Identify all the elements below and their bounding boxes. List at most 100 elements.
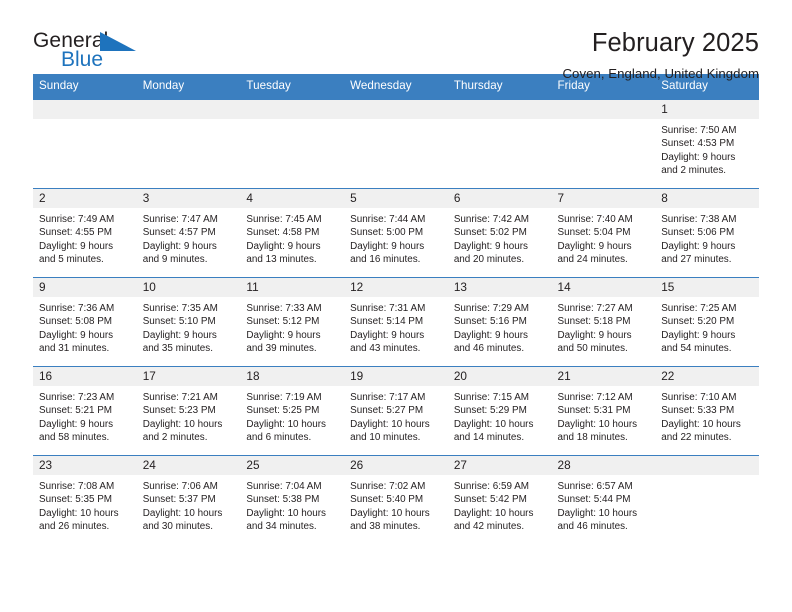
daylight-text: Daylight: 9 hours and 5 minutes. [39, 240, 114, 266]
sunset-text: Sunset: 5:31 PM [557, 405, 631, 417]
sunset-text: Sunset: 5:21 PM [39, 405, 113, 417]
sunset-text: Sunset: 5:00 PM [350, 227, 424, 239]
day-sun-info: Sunrise: 7:38 AM Sunset: 5:06 PM Daylight:… [655, 208, 759, 267]
daylight-text: Daylight: 10 hours and 42 minutes. [453, 507, 534, 533]
calendar-day-cell[interactable] [344, 98, 448, 189]
calendar-day-cell[interactable]: 11 Sunrise: 7:33 AM Sunset: 5:12 PM Dayligh… [240, 276, 345, 367]
calendar-day-cell[interactable]: 23 Sunrise: 7:08 AM Sunset: 5:35 PM Dayligh… [33, 454, 137, 545]
calendar-day-cell[interactable]: 13 Sunrise: 7:29 AM Sunset: 5:16 PM Dayligh… [447, 276, 552, 367]
calendar-day-cell[interactable] [655, 454, 759, 545]
day-cell-content [136, 99, 241, 188]
calendar-day-cell[interactable]: 6 Sunrise: 7:42 AM Sunset: 5:02 PM Daylight… [447, 187, 552, 278]
calendar-day-cell[interactable]: 25 Sunrise: 7:04 AM Sunset: 5:38 PM Dayligh… [240, 454, 345, 545]
sunset-text: Sunset: 5:25 PM [246, 405, 320, 417]
calendar-day-cell[interactable]: 26 Sunrise: 7:02 AM Sunset: 5:40 PM Dayligh… [344, 454, 448, 545]
day-sun-info: Sunrise: 7:23 AM Sunset: 5:21 PM Daylight:… [33, 386, 137, 445]
calendar-day-cell[interactable]: 15 Sunrise: 7:25 AM Sunset: 5:20 PM Dayligh… [655, 276, 759, 367]
calendar-day-cell[interactable]: 28 Sunrise: 6:57 AM Sunset: 5:44 PM Dayligh… [551, 454, 656, 545]
sunset-text: Sunset: 5:40 PM [350, 494, 424, 506]
sunset-text: Sunset: 4:57 PM [142, 227, 216, 239]
day-sun-info: Sunrise: 6:57 AM Sunset: 5:44 PM Daylight:… [552, 475, 656, 534]
calendar-week-row: 1 Sunrise: 7:50 AM Sunset: 4:53 PM Daylight… [33, 98, 759, 189]
calendar-day-cell[interactable]: 10 Sunrise: 7:35 AM Sunset: 5:10 PM Dayligh… [136, 276, 241, 367]
daylight-text: Daylight: 9 hours and 20 minutes. [453, 240, 528, 266]
sunrise-text: Sunrise: 7:21 AM [142, 391, 218, 403]
sunset-text: Sunset: 5:38 PM [246, 494, 320, 506]
general-blue-logo[interactable]: General Blue [33, 30, 165, 78]
day-sun-info: Sunrise: 7:47 AM Sunset: 4:57 PM Daylight:… [137, 208, 241, 267]
calendar-day-cell[interactable] [240, 98, 345, 189]
calendar-day-cell[interactable] [551, 98, 656, 189]
day-number [447, 99, 552, 119]
sunrise-text: Sunrise: 7:10 AM [661, 391, 737, 403]
day-number [136, 99, 241, 119]
calendar-day-cell[interactable]: 8 Sunrise: 7:38 AM Sunset: 5:06 PM Daylight… [655, 187, 759, 278]
sunrise-text: Sunrise: 7:45 AM [246, 213, 322, 225]
daylight-text: Daylight: 9 hours and 58 minutes. [39, 418, 114, 444]
calendar-day-cell[interactable]: 9 Sunrise: 7:36 AM Sunset: 5:08 PM Daylight… [33, 276, 137, 367]
calendar-day-cell[interactable] [136, 98, 241, 189]
day-sun-info: Sunrise: 7:49 AM Sunset: 4:55 PM Daylight:… [33, 208, 137, 267]
calendar-day-cell[interactable]: 18 Sunrise: 7:19 AM Sunset: 5:25 PM Dayligh… [240, 365, 345, 456]
day-cell-content: 17 Sunrise: 7:21 AM Sunset: 5:23 PM Dayligh… [136, 366, 241, 455]
calendar-day-cell[interactable]: 17 Sunrise: 7:21 AM Sunset: 5:23 PM Dayligh… [136, 365, 241, 456]
day-cell-content: 7 Sunrise: 7:40 AM Sunset: 5:04 PM Daylight… [551, 188, 656, 277]
calendar-day-cell[interactable]: 2 Sunrise: 7:49 AM Sunset: 4:55 PM Daylight… [33, 187, 137, 278]
calendar-day-cell[interactable]: 1 Sunrise: 7:50 AM Sunset: 4:53 PM Daylight… [655, 98, 759, 189]
calendar-day-cell[interactable]: 16 Sunrise: 7:23 AM Sunset: 5:21 PM Dayligh… [33, 365, 137, 456]
sunrise-text: Sunrise: 7:04 AM [246, 480, 322, 492]
calendar-day-cell[interactable]: 12 Sunrise: 7:31 AM Sunset: 5:14 PM Dayligh… [344, 276, 448, 367]
day-cell-content: 5 Sunrise: 7:44 AM Sunset: 5:00 PM Daylight… [344, 188, 448, 277]
calendar-day-cell[interactable]: 22 Sunrise: 7:10 AM Sunset: 5:33 PM Dayligh… [655, 365, 759, 456]
day-number [655, 455, 759, 475]
day-number: 10 [136, 277, 241, 297]
day-number: 14 [551, 277, 656, 297]
daylight-text: Daylight: 9 hours and 43 minutes. [350, 329, 425, 355]
sunset-text: Sunset: 5:04 PM [557, 227, 631, 239]
day-cell-content: 14 Sunrise: 7:27 AM Sunset: 5:18 PM Dayligh… [551, 277, 656, 366]
daylight-text: Daylight: 9 hours and 35 minutes. [142, 329, 217, 355]
day-number: 8 [655, 188, 759, 208]
sunrise-text: Sunrise: 7:15 AM [453, 391, 530, 403]
calendar-page: General Blue February 2025 Coven, Englan… [0, 0, 792, 612]
sunrise-text: Sunrise: 6:59 AM [453, 480, 530, 492]
calendar-day-cell[interactable]: 21 Sunrise: 7:12 AM Sunset: 5:31 PM Dayligh… [551, 365, 656, 456]
day-cell-content [447, 99, 552, 188]
sunrise-text: Sunrise: 7:25 AM [661, 302, 737, 314]
day-cell-content: 9 Sunrise: 7:36 AM Sunset: 5:08 PM Daylight… [33, 277, 137, 366]
calendar-day-cell[interactable]: 4 Sunrise: 7:45 AM Sunset: 4:58 PM Daylight… [240, 187, 345, 278]
day-number: 18 [240, 366, 345, 386]
sunrise-text: Sunrise: 7:35 AM [142, 302, 218, 314]
calendar-day-cell[interactable]: 5 Sunrise: 7:44 AM Sunset: 5:00 PM Daylight… [344, 187, 448, 278]
calendar-day-cell[interactable] [33, 98, 137, 189]
calendar-day-cell[interactable]: 27 Sunrise: 6:59 AM Sunset: 5:42 PM Dayligh… [447, 454, 552, 545]
calendar-day-cell[interactable] [447, 98, 552, 189]
sunrise-text: Sunrise: 6:57 AM [557, 480, 633, 492]
calendar-day-cell[interactable]: 3 Sunrise: 7:47 AM Sunset: 4:57 PM Daylight… [136, 187, 241, 278]
sunset-text: Sunset: 5:16 PM [453, 316, 527, 328]
day-number: 12 [344, 277, 448, 297]
sunrise-text: Sunrise: 7:06 AM [142, 480, 218, 492]
sunrise-text: Sunrise: 7:38 AM [661, 213, 737, 225]
day-cell-content [240, 99, 345, 188]
calendar-day-cell[interactable]: 14 Sunrise: 7:27 AM Sunset: 5:18 PM Dayligh… [551, 276, 656, 367]
day-number: 19 [344, 366, 448, 386]
day-number: 5 [344, 188, 448, 208]
daylight-text: Daylight: 10 hours and 46 minutes. [557, 507, 638, 533]
daylight-text: Daylight: 9 hours and 46 minutes. [453, 329, 528, 355]
sunset-text: Sunset: 5:23 PM [142, 405, 216, 417]
day-cell-content: 28 Sunrise: 6:57 AM Sunset: 5:44 PM Dayligh… [551, 455, 656, 545]
day-sun-info: Sunrise: 7:10 AM Sunset: 5:33 PM Daylight:… [655, 386, 759, 445]
calendar-day-cell[interactable]: 19 Sunrise: 7:17 AM Sunset: 5:27 PM Dayligh… [344, 365, 448, 456]
day-sun-info: Sunrise: 7:33 AM Sunset: 5:12 PM Daylight:… [240, 297, 344, 356]
daylight-text: Daylight: 9 hours and 24 minutes. [557, 240, 632, 266]
daylight-text: Daylight: 10 hours and 10 minutes. [350, 418, 430, 444]
day-number [551, 99, 656, 119]
calendar-day-cell[interactable]: 24 Sunrise: 7:06 AM Sunset: 5:37 PM Dayligh… [136, 454, 241, 545]
daylight-text: Daylight: 10 hours and 22 minutes. [661, 418, 741, 444]
calendar-day-cell[interactable]: 7 Sunrise: 7:40 AM Sunset: 5:04 PM Daylight… [551, 187, 656, 278]
day-cell-content: 18 Sunrise: 7:19 AM Sunset: 5:25 PM Dayligh… [240, 366, 345, 455]
day-number: 3 [136, 188, 241, 208]
day-sun-info: Sunrise: 7:02 AM Sunset: 5:40 PM Daylight:… [344, 475, 448, 534]
calendar-day-cell[interactable]: 20 Sunrise: 7:15 AM Sunset: 5:29 PM Dayligh… [447, 365, 552, 456]
